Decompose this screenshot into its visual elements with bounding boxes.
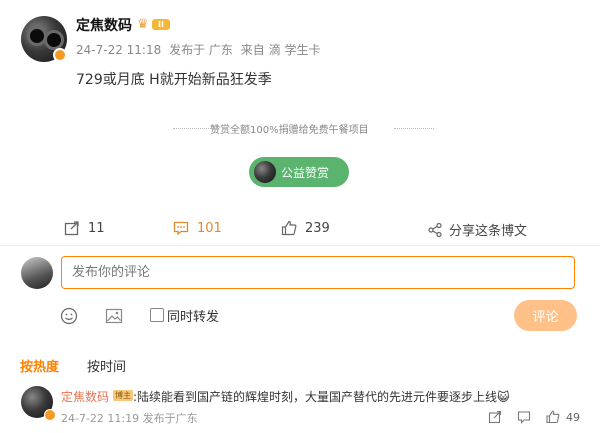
- reward-button-label: 公益赞赏: [281, 165, 330, 180]
- repost-icon: [64, 221, 79, 236]
- tab-sort-hot[interactable]: 按热度: [20, 356, 59, 375]
- repost-count: 11: [88, 220, 105, 236]
- post-content: 729或月底 H就开始新品狂发季: [76, 72, 272, 88]
- reward-avatar: [254, 161, 276, 183]
- comment-like-count: 49: [566, 411, 580, 424]
- level-badge: II: [152, 19, 170, 30]
- post-location: 发布于 广东: [169, 43, 233, 57]
- avatar-lens: [44, 30, 64, 50]
- share-label: 分享这条博文: [449, 224, 528, 239]
- share-button[interactable]: 分享这条博文: [427, 220, 527, 239]
- comment-author[interactable]: 定焦数码: [61, 388, 109, 405]
- reward-description: 赞赏全额100%捐赠给免费午餐项目: [210, 125, 369, 136]
- comment-input[interactable]: [61, 256, 575, 289]
- comment-meta: 24-7-22 11:19 发布于广东: [61, 412, 198, 425]
- verified-badge-icon: [44, 409, 56, 421]
- repost-checkbox-label[interactable]: 同时转发: [167, 306, 219, 325]
- like-count: 239: [305, 220, 330, 236]
- comment-text: :陆续能看到国产链的辉煌时刻，大量国产替代的先进元件要逐步上线😺: [133, 390, 510, 404]
- repost-button[interactable]: 11: [64, 220, 105, 236]
- divider-right: [394, 128, 434, 129]
- post-source[interactable]: 滴 学生卡: [269, 43, 321, 57]
- submit-comment-button[interactable]: 评论: [514, 300, 577, 331]
- share-icon: [428, 222, 442, 237]
- comment-count: 101: [197, 220, 222, 236]
- thumbs-up-icon[interactable]: [546, 410, 560, 424]
- current-user-avatar[interactable]: [21, 257, 53, 289]
- comment-icon[interactable]: [517, 410, 531, 424]
- thumbs-up-icon: [281, 220, 297, 236]
- repost-checkbox[interactable]: [150, 308, 164, 322]
- reward-button[interactable]: 公益赞赏: [249, 157, 349, 187]
- post-source-prefix: 来自: [240, 43, 265, 57]
- post-time[interactable]: 24-7-22 11:18: [76, 43, 161, 57]
- image-icon[interactable]: [105, 307, 123, 325]
- emoji-icon[interactable]: [60, 307, 78, 325]
- author-name[interactable]: 定焦数码: [76, 15, 132, 35]
- author-tag: 博主: [113, 390, 133, 401]
- like-button[interactable]: 239: [281, 220, 330, 236]
- tab-sort-time[interactable]: 按时间: [87, 356, 126, 375]
- post-meta: 24-7-22 11:18 发布于 广东 来自滴 学生卡: [76, 41, 325, 58]
- comment-icon: [173, 221, 189, 236]
- verified-badge-icon: [53, 48, 67, 62]
- repost-icon[interactable]: [488, 410, 502, 424]
- comment-button[interactable]: 101: [173, 220, 222, 236]
- crown-icon: ♛: [137, 17, 149, 32]
- section-divider: [0, 245, 600, 246]
